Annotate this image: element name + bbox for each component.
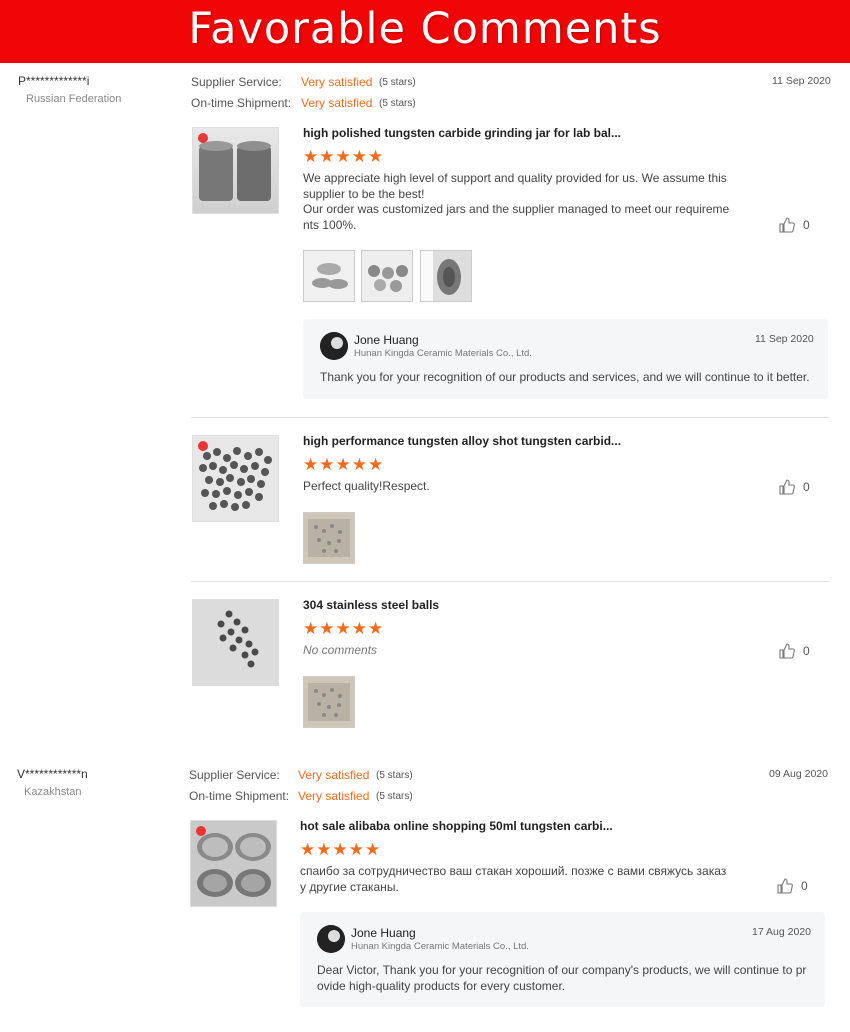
buyer-name: V************n <box>17 767 88 781</box>
reply-author: Jone Huang <box>354 333 419 347</box>
like-button[interactable]: 0 <box>779 217 810 233</box>
product-image[interactable] <box>192 127 279 214</box>
supplier-service-label: Supplier Service: <box>189 768 280 782</box>
product-rating-stars: ★★★★★ <box>303 455 385 474</box>
supplier-reply: Jone Huang Hunan Kingda Ceramic Material… <box>303 319 828 399</box>
divider <box>191 417 829 418</box>
review-photo[interactable] <box>303 250 355 302</box>
shipment-stars: (5 stars) <box>379 98 416 109</box>
product-title[interactable]: 304 stainless steel balls <box>303 598 439 612</box>
product-rating-stars: ★★★★★ <box>300 840 382 859</box>
product-rating-stars: ★★★★★ <box>303 147 385 166</box>
shipment-rating: Very satisfied <box>301 96 373 110</box>
review-photo[interactable] <box>303 676 355 728</box>
reply-author: Jone Huang <box>351 926 416 940</box>
like-button[interactable]: 0 <box>779 479 810 495</box>
supplier-service-label: Supplier Service: <box>191 75 282 89</box>
product-image[interactable] <box>192 599 279 686</box>
product-title[interactable]: high performance tungsten alloy shot tun… <box>303 434 621 448</box>
product-title[interactable]: high polished tungsten carbide grinding … <box>303 126 621 140</box>
like-count: 0 <box>803 218 810 232</box>
like-button[interactable]: 0 <box>777 878 808 894</box>
thumbs-up-icon <box>779 217 795 233</box>
review-photo[interactable] <box>303 512 355 564</box>
like-button[interactable]: 0 <box>779 643 810 659</box>
product-rating-stars: ★★★★★ <box>303 619 385 638</box>
supplier-service-rating: Very satisfied <box>298 768 370 782</box>
like-count: 0 <box>803 644 810 658</box>
review-date: 09 Aug 2020 <box>769 768 828 780</box>
buyer-country: Russian Federation <box>26 93 122 105</box>
review-text: We appreciate high level of support and … <box>303 171 730 232</box>
like-count: 0 <box>801 879 808 893</box>
shipment-rating: Very satisfied <box>298 789 370 803</box>
review-text: No comments <box>303 643 378 657</box>
supplier-service-stars: (5 stars) <box>379 77 416 88</box>
avatar <box>320 332 348 360</box>
product-image[interactable] <box>190 820 277 907</box>
supplier-service-stars: (5 stars) <box>376 770 413 781</box>
divider <box>191 581 829 582</box>
reply-company[interactable]: Hunan Kingda Ceramic Materials Co., Ltd. <box>354 348 532 359</box>
product-image[interactable] <box>192 435 279 522</box>
shipment-stars: (5 stars) <box>376 791 413 802</box>
reply-date: 11 Sep 2020 <box>755 333 814 345</box>
reply-text: Dear Victor, Thank you for your recognit… <box>317 963 807 993</box>
header-banner: Favorable Comments <box>0 0 850 63</box>
thumbs-up-icon <box>779 643 795 659</box>
product-title[interactable]: hot sale alibaba online shopping 50ml tu… <box>300 819 613 833</box>
reply-date: 17 Aug 2020 <box>752 926 811 938</box>
review-date: 11 Sep 2020 <box>772 75 831 87</box>
shipment-label: On-time Shipment: <box>189 789 290 803</box>
buyer-country: Kazakhstan <box>24 786 82 798</box>
reply-company[interactable]: Hunan Kingda Ceramic Materials Co., Ltd. <box>351 941 529 952</box>
page-title: Favorable Comments <box>188 4 662 54</box>
thumbs-up-icon <box>777 878 793 894</box>
shipment-label: On-time Shipment: <box>191 96 292 110</box>
like-count: 0 <box>803 480 810 494</box>
review-photo[interactable] <box>361 250 413 302</box>
buyer-name: P*************i <box>18 74 90 88</box>
reply-text: Thank you for your recognition of our pr… <box>320 370 810 384</box>
review-photo[interactable] <box>420 250 472 302</box>
supplier-service-rating: Very satisfied <box>301 75 373 89</box>
supplier-reply: Jone Huang Hunan Kingda Ceramic Material… <box>300 912 825 1007</box>
review-text: Perfect quality!Respect. <box>303 479 430 493</box>
thumbs-up-icon <box>779 479 795 495</box>
avatar <box>317 925 345 953</box>
review-text: спаибо за сотрудничество ваш стакан хоро… <box>300 864 727 894</box>
